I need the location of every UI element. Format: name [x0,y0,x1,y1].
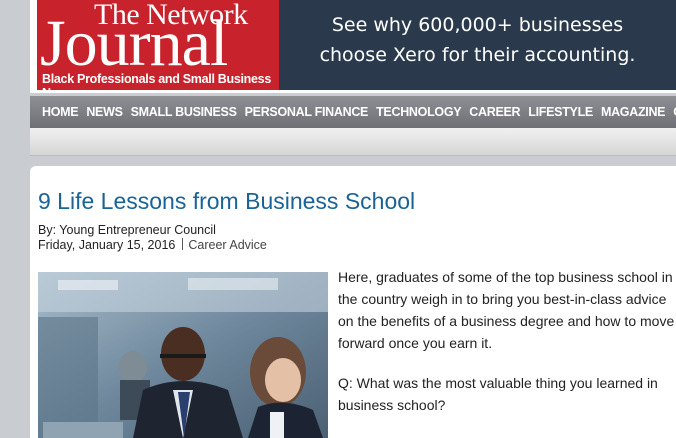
main-nav: HOME NEWS SMALL BUSINESS PERSONAL FINANC… [30,96,676,128]
article-date: Friday, January 15, 2016 [38,238,176,252]
ad-line2: choose Xero for their accounting. [319,44,636,66]
article-body: Here, graduates of some of the top busin… [338,266,676,434]
article-byline: By: Young Entrepreneur Council [38,223,216,237]
nav-personal-finance[interactable]: PERSONAL FINANCE [245,105,369,119]
sub-nav-bar [30,128,676,156]
article-paragraph-1: Here, graduates of some of the top busin… [338,269,675,351]
students-photo-image [38,272,328,438]
nav-magazine[interactable]: MAGAZINE [601,105,666,119]
site-header: The Network Journal Black Professionals … [30,0,676,93]
article-paragraph-2: Q: What was the most valuable thing you … [338,375,658,413]
article-container: 9 Life Lessons from Business School By: … [30,166,676,438]
nav-small-business[interactable]: SMALL BUSINESS [131,105,237,119]
article-photo [38,272,328,438]
logo-tagline: Black Professionals and Small Business N… [42,72,271,90]
nav-technology[interactable]: TECHNOLOGY [376,105,462,119]
site-logo[interactable]: The Network Journal Black Professionals … [37,0,302,90]
nav-news[interactable]: NEWS [86,105,123,119]
nav-home[interactable]: HOME [42,105,79,119]
logo-line2: Journal [40,7,228,80]
ad-line1: See why 600,000+ businesses [331,14,624,36]
divider [182,238,184,250]
xero-ad-banner[interactable]: See why 600,000+ businesses choose Xero … [279,0,676,90]
article-dateline: Friday, January 15, 2016 Career Advice [38,238,267,252]
article-title[interactable]: 9 Life Lessons from Business School [38,188,415,215]
nav-career[interactable]: CAREER [469,105,520,119]
article-category[interactable]: Career Advice [188,238,267,252]
nav-lifestyle[interactable]: LIFESTYLE [528,105,593,119]
